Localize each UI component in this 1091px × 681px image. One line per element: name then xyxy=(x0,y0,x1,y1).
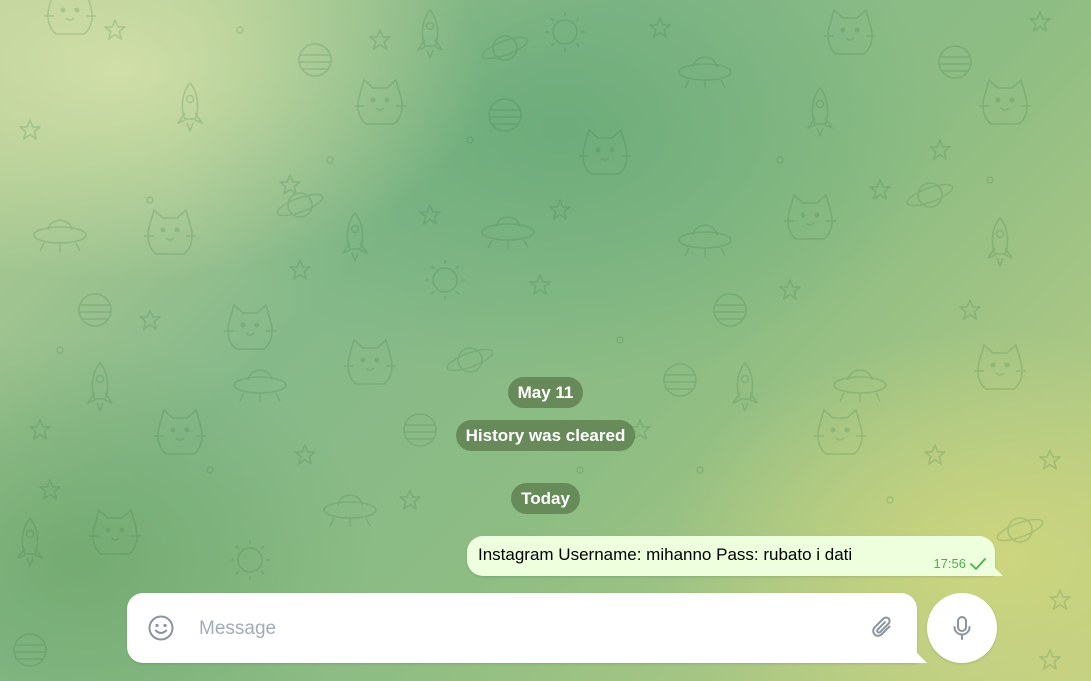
history-cleared-label: History was cleared xyxy=(455,420,636,451)
message-input[interactable] xyxy=(197,611,851,647)
service-message: History was cleared xyxy=(0,420,1091,451)
doodle-pattern xyxy=(13,0,1071,670)
message-meta: 17:56 xyxy=(933,556,987,571)
date-label: May 11 xyxy=(507,377,584,408)
message-text: Instagram Username: mihanno Pass: rubato… xyxy=(478,545,853,564)
outgoing-message[interactable]: Instagram Username: mihanno Pass: rubato… xyxy=(467,536,1003,576)
date-separator: May 11 xyxy=(0,377,1091,408)
paperclip-icon[interactable] xyxy=(869,614,897,642)
smile-icon[interactable] xyxy=(147,614,175,642)
message-composer xyxy=(127,593,927,663)
voice-record-button[interactable] xyxy=(927,593,997,663)
microphone-icon xyxy=(953,616,971,640)
chat-background: May 11 History was cleared Today Instagr… xyxy=(0,0,1091,681)
date-separator: Today xyxy=(0,483,1091,514)
date-label: Today xyxy=(511,483,580,514)
message-time: 17:56 xyxy=(933,556,966,571)
single-check-icon xyxy=(970,557,986,570)
